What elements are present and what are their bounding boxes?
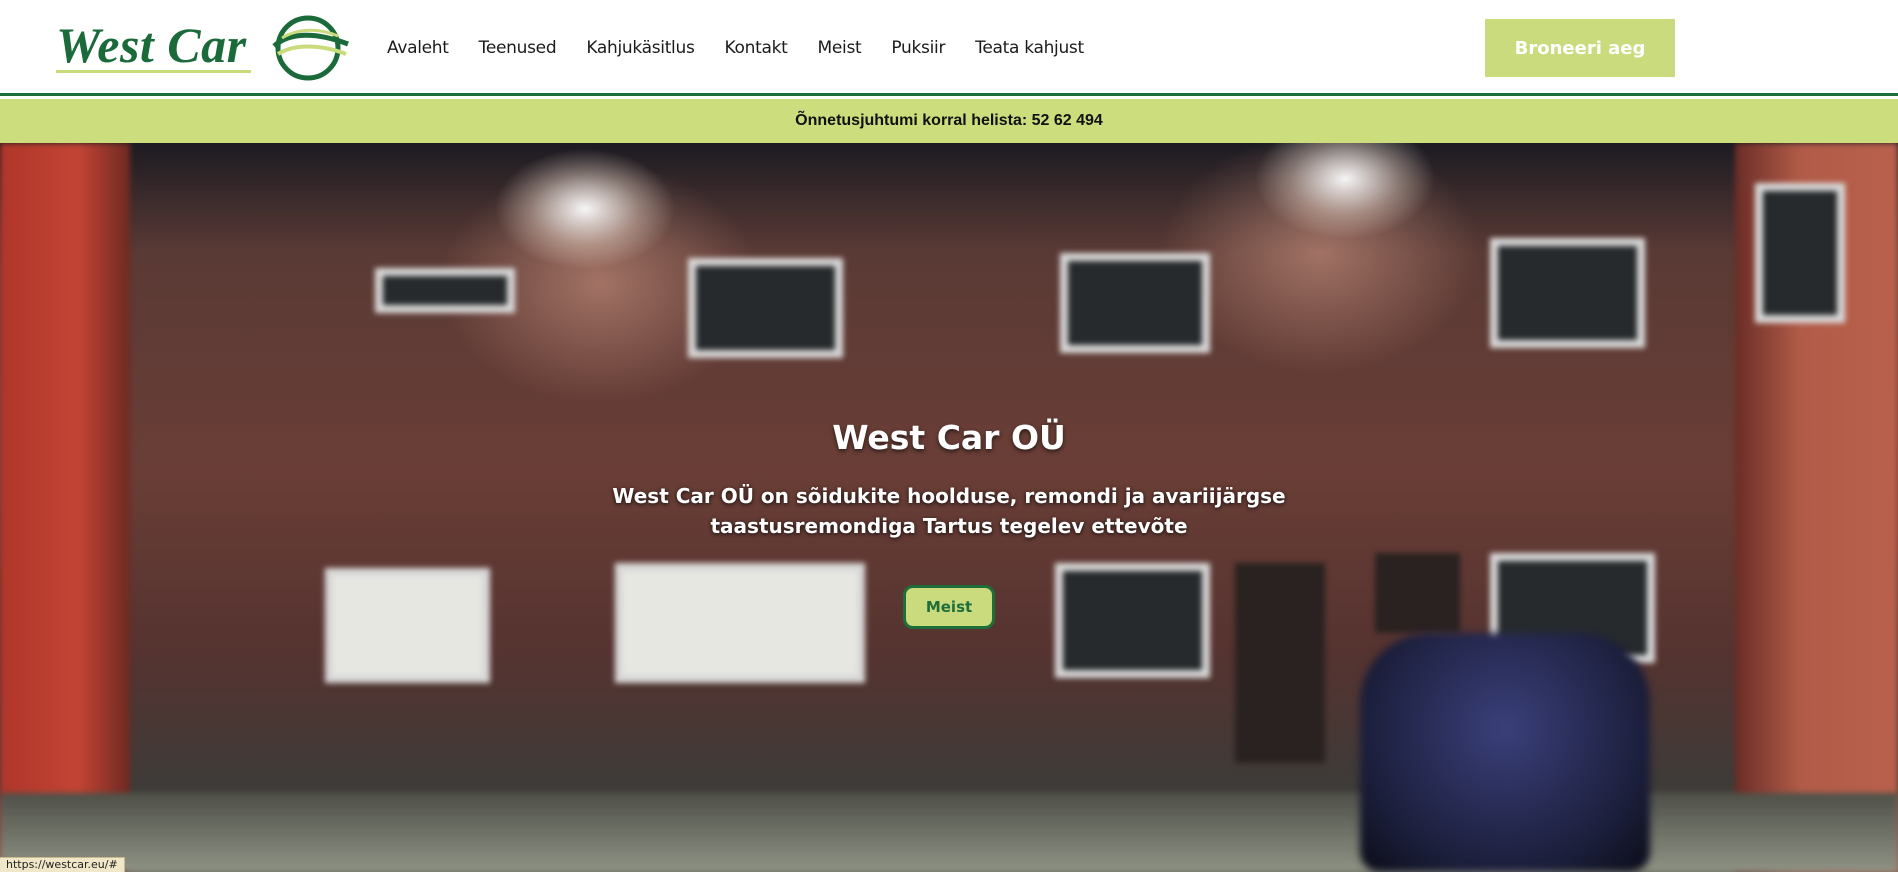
logo[interactable]: West Car (56, 14, 356, 82)
status-bar-url: https://westcar.eu/# (0, 857, 125, 872)
site-header: West Car Avaleht Teenused Kahjukäsitlus … (0, 0, 1898, 96)
emergency-phone-text: Õnnetusjuhtumi korral helista: 52 62 494 (795, 112, 1103, 129)
about-button[interactable]: Meist (903, 585, 995, 629)
nav-item-kontakt[interactable]: Kontakt (725, 38, 788, 58)
logo-underline (56, 70, 251, 73)
nav-item-teenused[interactable]: Teenused (479, 38, 557, 58)
nav-item-avaleht[interactable]: Avaleht (387, 38, 449, 58)
hero-bg-window (1490, 238, 1645, 348)
book-appointment-button[interactable]: Broneeri aeg (1485, 19, 1675, 77)
hero-bg-window (688, 258, 843, 358)
nav-item-puksiir[interactable]: Puksiir (891, 38, 945, 58)
emergency-bar: Õnnetusjuhtumi korral helista: 52 62 494 (0, 99, 1898, 143)
nav-item-meist[interactable]: Meist (818, 38, 862, 58)
hero-subtitle: West Car OÜ on sõidukite hoolduse, remon… (612, 484, 1286, 538)
nav-item-teata-kahjust[interactable]: Teata kahjust (975, 38, 1084, 58)
hero-title: West Car OÜ (832, 418, 1066, 457)
hero-bg-window (1060, 253, 1210, 353)
hero-section: West Car OÜ West Car OÜ on sõidukite hoo… (0, 143, 1898, 872)
logo-emblem-icon (272, 15, 349, 81)
hero-bg-window (375, 268, 515, 313)
logo-text: West Car (56, 17, 247, 73)
hero-content: West Car OÜ West Car OÜ on sõidukite hoo… (0, 418, 1898, 629)
main-nav: Avaleht Teenused Kahjukäsitlus Kontakt M… (387, 38, 1114, 58)
nav-item-kahjukasitlus[interactable]: Kahjukäsitlus (586, 38, 695, 58)
hero-bg-window (1755, 183, 1845, 323)
hero-bg-car (1360, 633, 1650, 872)
